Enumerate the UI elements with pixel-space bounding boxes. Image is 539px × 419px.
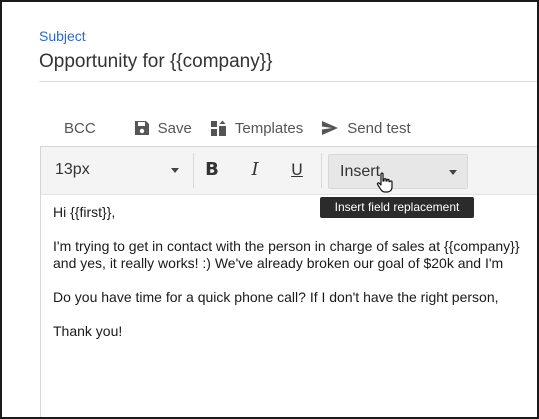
send-icon: [322, 121, 339, 135]
bcc-label: BCC: [64, 119, 96, 137]
email-body[interactable]: Hi {{first}}, I'm trying to get in conta…: [53, 204, 537, 340]
font-size-value: 13px: [55, 161, 90, 178]
subject-underline: [39, 81, 537, 82]
action-bar: BCC Save Templates Send test: [40, 110, 537, 146]
templates-label: Templates: [234, 119, 304, 137]
chevron-down-icon: [449, 170, 457, 175]
templates-button[interactable]: Templates: [210, 120, 303, 137]
body-closing: Thank you!: [53, 323, 123, 339]
format-toolbar: 13px B I U Insert: [41, 147, 537, 195]
italic-button[interactable]: I: [244, 159, 266, 181]
save-button[interactable]: Save: [134, 120, 192, 137]
underline-button[interactable]: U: [286, 159, 308, 181]
toolbar-divider: [321, 153, 322, 188]
save-label: Save: [157, 119, 192, 137]
insert-label: Insert: [340, 163, 381, 180]
hand-cursor-icon: [376, 172, 393, 193]
bcc-button[interactable]: BCC: [64, 120, 96, 137]
body-line: I'm trying to get in contact with the pe…: [53, 238, 520, 254]
subject-field[interactable]: Opportunity for {{company}}: [39, 51, 272, 73]
templates-icon: [210, 120, 226, 136]
body-line: Do you have time for a quick phone call?…: [53, 289, 499, 305]
email-composer: Subject Opportunity for {{company}} BCC …: [0, 0, 539, 419]
bold-button[interactable]: B: [201, 159, 223, 181]
send-test-label: Send test: [347, 119, 411, 137]
body-greeting: Hi {{first}},: [53, 204, 116, 220]
insert-field-select[interactable]: Insert: [328, 154, 468, 189]
font-size-select[interactable]: 13px: [55, 161, 179, 181]
toolbar-divider: [193, 153, 194, 188]
send-test-button[interactable]: Send test: [321, 119, 411, 137]
subject-label: Subject: [39, 28, 86, 44]
save-icon: [134, 121, 149, 135]
chevron-down-icon: [171, 168, 179, 173]
body-line: and yes, it really works! :) We've alrea…: [53, 255, 504, 271]
